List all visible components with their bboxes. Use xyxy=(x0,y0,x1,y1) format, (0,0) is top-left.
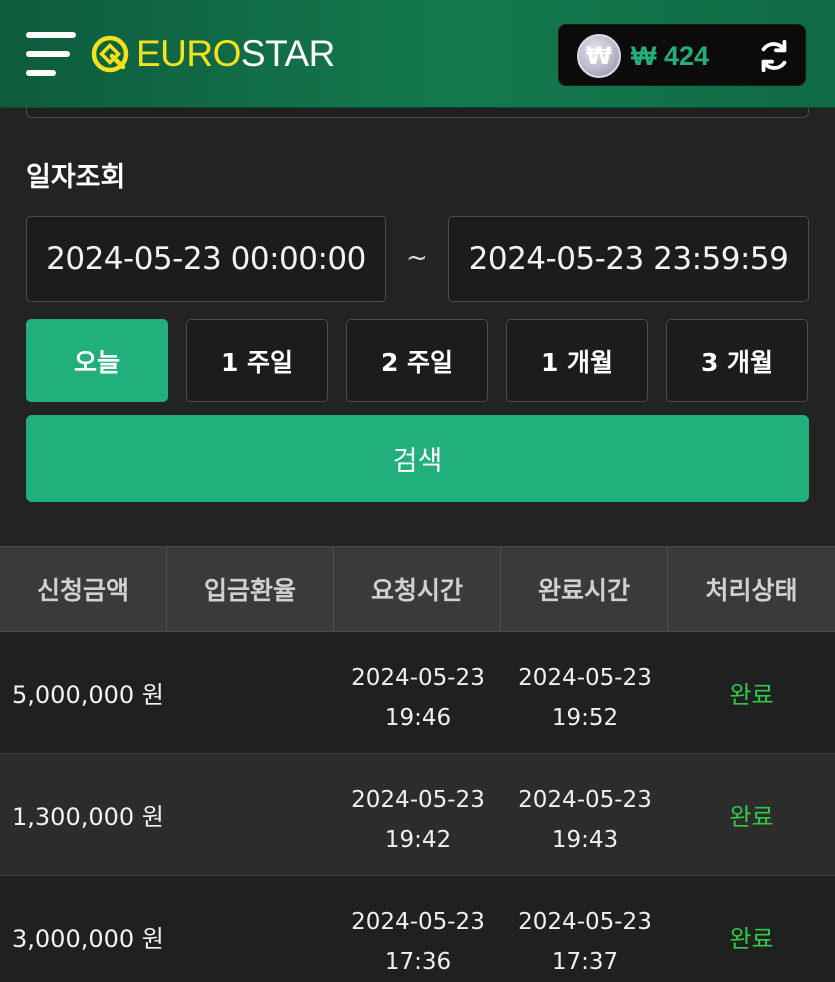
range-3month-button[interactable]: 3 개월 xyxy=(666,319,808,402)
refresh-icon[interactable] xyxy=(755,37,793,75)
cell-request-time: 2024-05-23 17:36 xyxy=(351,909,485,975)
range-1month-button[interactable]: 1 개월 xyxy=(506,319,648,402)
cell-status: 완료 xyxy=(729,681,774,709)
cell-request-time: 2024-05-23 19:46 xyxy=(351,665,485,731)
column-header-status: 처리상태 xyxy=(705,576,798,605)
cell-amount: 3,000,000 원 xyxy=(12,925,164,953)
range-2week-button[interactable]: 2 주일 xyxy=(346,319,488,402)
table-row: 3,000,000 원 2024-05-23 17:36 2024-05-23 17… xyxy=(0,876,835,982)
range-1week-button[interactable]: 1 주일 xyxy=(186,319,328,402)
cell-status: 완료 xyxy=(729,925,774,953)
column-header-amount: 신청금액 xyxy=(0,547,167,631)
app-header: EUROSTAR ₩ ₩ 424 xyxy=(0,0,835,108)
cell-amount: 5,000,000 원 xyxy=(12,681,164,709)
start-date-input[interactable]: 2024-05-23 00:00:00 xyxy=(26,216,386,302)
cell-complete-time: 2024-05-23 19:43 xyxy=(518,787,652,853)
table-row: 1,300,000 원 2024-05-23 19:42 2024-05-23 19… xyxy=(0,754,835,876)
cell-amount: 1,300,000 원 xyxy=(12,803,164,831)
column-header-request-time: 요청시간 xyxy=(334,547,501,631)
search-button[interactable]: 검색 xyxy=(26,415,809,502)
hamburger-icon[interactable] xyxy=(26,30,78,80)
table-header: 신청금액 입금환율 요청시간 완료시간 처리상태 xyxy=(0,546,835,632)
range-today-button[interactable]: 오늘 xyxy=(26,319,168,402)
logo[interactable]: EUROSTAR xyxy=(90,34,335,74)
cell-complete-time: 2024-05-23 19:52 xyxy=(518,665,652,731)
column-header-rate: 입금환율 xyxy=(167,547,334,631)
cell-complete-time: 2024-05-23 17:37 xyxy=(518,909,652,975)
cell-request-time: 2024-05-23 19:42 xyxy=(351,787,485,853)
cell-status: 완료 xyxy=(729,803,774,831)
wallet-amount: ₩ 424 xyxy=(631,41,710,71)
date-filter-label: 일자조회 xyxy=(26,162,126,193)
end-date-input[interactable]: 2024-05-23 23:59:59 xyxy=(448,216,809,302)
wallet-balance: ₩ ₩ 424 xyxy=(558,24,806,86)
won-coin-icon: ₩ xyxy=(577,34,621,78)
eurostar-logo-icon xyxy=(91,35,129,73)
page: EUROSTAR ₩ ₩ 424 일자조회 2024-05-23 00:00:0… xyxy=(0,0,835,982)
logo-text: EUROSTAR xyxy=(136,33,335,74)
date-separator: ~ xyxy=(406,243,428,273)
table-row: 5,000,000 원 2024-05-23 19:46 2024-05-23 19… xyxy=(0,632,835,754)
column-header-complete-time: 완료시간 xyxy=(501,547,668,631)
